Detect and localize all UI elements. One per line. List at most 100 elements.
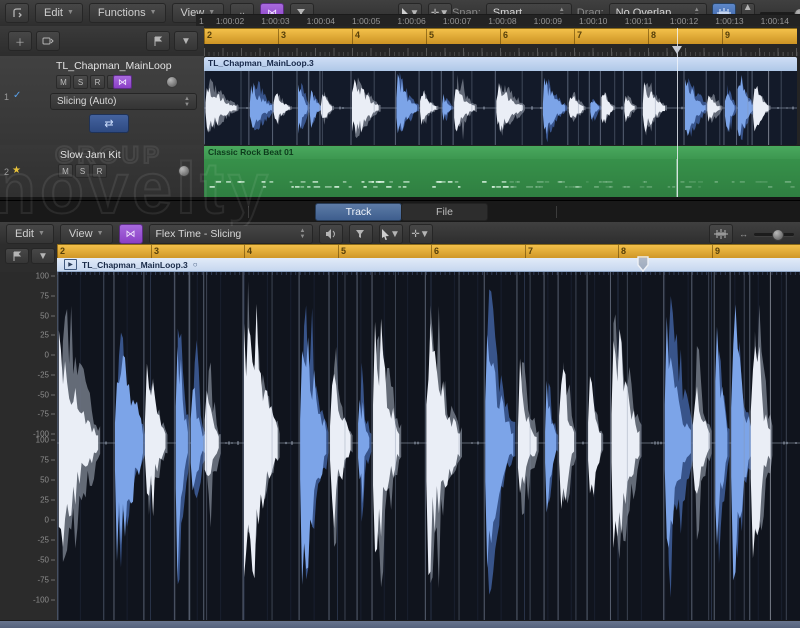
scale-value: 100 [36,272,49,281]
slider-knob[interactable] [166,76,178,88]
record-button[interactable]: R [92,164,107,178]
ruler-tick [220,272,221,275]
ruler-tick [505,272,506,275]
track-star-icon[interactable]: ★ [12,165,21,176]
editor-catch-button[interactable] [5,248,29,264]
flex-mode-dropdown[interactable]: Slicing (Auto)▲▼ [50,93,197,110]
scale-tick [51,460,55,461]
solo-button[interactable]: S [73,75,88,89]
ruler-tick [659,272,660,275]
midi-region-notes[interactable] [204,159,800,197]
midi-note [403,181,409,183]
playhead-marker-icon[interactable] [672,46,682,54]
menu-functions[interactable]: Functions▼ [89,3,166,23]
midi-note [389,181,393,183]
editor-flex-mode-dropdown[interactable]: Flex Time - Slicing▲▼ [149,224,313,244]
bar-number: 4 [355,30,360,40]
editor-crosshair-tool[interactable]: ✛▼ [409,224,433,244]
ruler-tick [244,272,245,275]
track-header-1[interactable]: 1 ✓ TL_Chapman_MainLoop MSRI ⋈ Slicing (… [0,56,204,146]
speaker-icon [325,229,337,239]
region-play-icon[interactable]: ▶ [64,259,77,270]
editor-menu-edit[interactable]: Edit▼ [6,224,54,244]
midi-note [545,181,549,183]
editor-waveform[interactable] [57,272,800,620]
mute-button[interactable]: M [58,164,73,178]
solo-button[interactable]: S [75,164,90,178]
flex-transfer-button[interactable]: ⇄ [89,114,129,133]
midi-note [640,186,645,188]
scale-tick [51,560,55,561]
chevron-down-icon: ▼ [390,229,400,240]
editor-region-strip[interactable]: ▶ TL_Chapman_MainLoop.3 ○ [57,258,800,272]
editor-zoom-slider[interactable] [754,233,794,236]
editor-filter-button[interactable] [349,224,373,244]
ruler-tick [398,272,399,275]
midi-note [492,186,495,188]
flex-marker-handle[interactable] [636,256,650,273]
duplicate-track-button[interactable] [36,31,60,51]
midi-region[interactable]: Classic Rock Beat 01 [204,146,800,197]
waveform-noise [531,106,533,110]
midi-note [482,181,486,183]
midi-note [210,186,215,188]
scale-tick [51,276,55,277]
menu-edit[interactable]: Edit▼ [35,3,83,23]
ruler-tick [160,272,161,275]
waveform-noise [651,442,653,443]
midi-note [627,186,629,188]
editor-flex-button[interactable]: ⋈ [119,224,143,244]
ruler-tick [687,272,688,275]
funnel-icon [355,229,367,239]
bar-ruler[interactable]: 23456789 [204,26,800,44]
audio-region-header[interactable]: TL_Chapman_MainLoop.3 [204,57,797,71]
divider [248,206,249,218]
catch-playhead-button[interactable] [5,3,29,23]
editor-left-gutter [0,272,29,620]
bar-number: 2 [207,30,212,40]
audio-region-waveform[interactable] [204,71,797,145]
ruler-tick [655,272,656,275]
header-options-button[interactable]: ▼ [174,31,198,51]
editor-wave-area[interactable] [57,272,800,620]
track-selected-check-icon[interactable]: ✓ [13,90,21,101]
track-name[interactable]: Slow Jam Kit [60,149,121,161]
waveform-zoom-icon [714,229,728,239]
slider-knob[interactable] [178,165,190,177]
horizontal-scrollbar[interactable] [0,620,800,628]
track-name[interactable]: TL_Chapman_MainLoop [56,60,172,72]
tab-file[interactable]: File [401,203,488,221]
ruler-tick [146,272,147,275]
scale-value: 75 [40,456,49,465]
midi-note [539,186,543,188]
ruler-tick [295,272,296,275]
ruler-tick [519,272,520,275]
editor-menu-view[interactable]: View▼ [60,224,113,244]
ruler-tick [753,272,754,275]
cycle-range[interactable]: 23456789 [204,28,797,45]
audio-region[interactable]: TL_Chapman_MainLoop.3 [204,57,797,145]
logic-pro-window: Edit▼ Functions▼ View▼ ∙∙ ⋈ ▼ ✛▼ Snap: S… [0,0,800,628]
bar-separator [712,245,713,259]
midi-note [565,186,567,188]
editor-pointer-tool[interactable]: ▼ [379,224,403,244]
editor-waveform-zoom-toggle[interactable] [709,224,733,244]
ruler-tick [258,272,259,275]
record-button[interactable]: R [90,75,105,89]
midi-note [680,181,684,183]
prelisten-button[interactable] [319,224,343,244]
midi-region-header[interactable]: Classic Rock Beat 01 [204,146,800,159]
track-header-2[interactable]: 2 ★ Slow Jam Kit MSR [0,145,204,198]
slider-knob[interactable] [772,229,784,241]
duplicate-track-icon [42,36,54,46]
mute-button[interactable]: M [56,75,71,89]
editor-options-button[interactable]: ▼ [31,248,55,264]
add-track-button[interactable]: ＋ [8,31,32,51]
midi-note [573,186,579,188]
scale-value: -50 [37,556,49,565]
ruler-tick [384,272,385,275]
group-flag-button[interactable] [146,31,170,51]
region-loop-icon[interactable]: ○ [193,260,198,269]
track-flex-icon[interactable]: ⋈ [113,75,132,89]
tab-track[interactable]: Track [315,203,402,221]
